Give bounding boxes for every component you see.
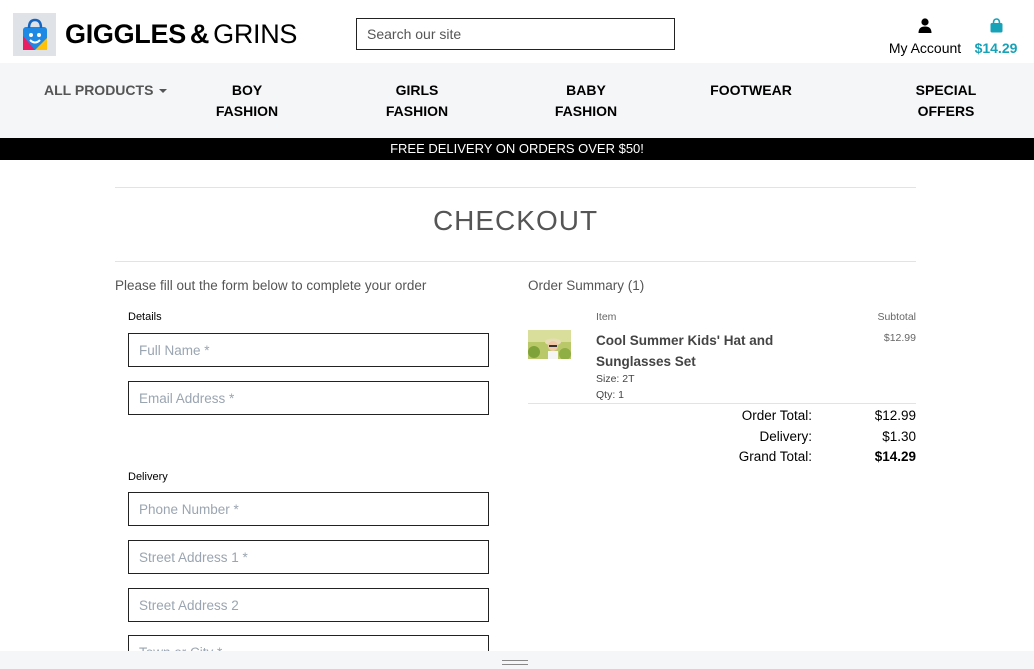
- street1-field-box: [128, 540, 489, 574]
- order-total-row: Order Total: $12.99: [528, 406, 916, 427]
- nav-label-line2: OFFERS: [917, 103, 975, 119]
- nav-girls-fashion[interactable]: GIRLS FASHION: [378, 80, 456, 122]
- street-address-2-input[interactable]: [129, 589, 488, 621]
- phone-field-box: [128, 492, 489, 526]
- email-input[interactable]: [129, 382, 488, 414]
- main-nav: ALL PRODUCTS BOY FASHION GIRLS FASHION B…: [0, 63, 1034, 138]
- cart-total: $14.29: [974, 40, 1018, 56]
- bottom-bar: [0, 651, 1034, 669]
- logo-bag-icon: [13, 13, 56, 56]
- summary-divider: [528, 403, 916, 404]
- logo-text-bold: GIGGLES: [65, 19, 186, 49]
- product-subtotal: $12.99: [883, 332, 916, 344]
- nav-label-line2: FASHION: [554, 103, 618, 119]
- my-account-link[interactable]: My Account: [886, 18, 964, 56]
- subtotal-column-header: Subtotal: [877, 311, 916, 323]
- nav-all-products[interactable]: ALL PRODUCTS: [44, 80, 168, 101]
- nav-footwear[interactable]: FOOTWEAR: [705, 80, 797, 101]
- logo-ampersand: &: [189, 19, 210, 49]
- nav-special-offers[interactable]: SPECIAL OFFERS: [906, 80, 986, 122]
- delivery-section-label: Delivery: [128, 471, 168, 483]
- product-qty: Qty: 1: [596, 389, 625, 401]
- delivery-label: Delivery:: [759, 428, 812, 444]
- street2-field-box: [128, 588, 489, 622]
- nav-label-line1: GIRLS: [395, 82, 439, 98]
- product-size: Size: 2T: [596, 373, 635, 385]
- full-name-input[interactable]: [129, 334, 488, 366]
- product-thumbnail[interactable]: [528, 330, 571, 359]
- nav-label-line1: FOOTWEAR: [710, 82, 792, 98]
- item-column-header: Item: [596, 311, 617, 323]
- caret-down-icon: [159, 89, 168, 94]
- cart-link[interactable]: $14.29: [972, 18, 1020, 56]
- form-intro: Please fill out the form below to comple…: [115, 278, 427, 293]
- nav-label-line2: FASHION: [215, 103, 279, 119]
- street-address-1-input[interactable]: [129, 541, 488, 573]
- delivery-value: $1.30: [882, 428, 916, 444]
- nav-baby-fashion[interactable]: BABY FASHION: [547, 80, 625, 122]
- my-account-label: My Account: [888, 40, 962, 56]
- grand-total-label: Grand Total:: [738, 449, 812, 464]
- nav-label-line1: BOY: [231, 82, 263, 98]
- nav-label-line1: BABY: [566, 82, 606, 98]
- full-name-field-box: [128, 333, 489, 367]
- order-total-label: Order Total:: [741, 408, 812, 423]
- order-summary-title: Order Summary (1): [528, 278, 645, 293]
- email-field-box: [128, 381, 489, 415]
- site-logo[interactable]: GIGGLES & GRINS: [13, 13, 297, 56]
- shopping-bag-icon: [990, 18, 1002, 33]
- order-total-value: $12.99: [874, 408, 916, 423]
- nav-label-line1: SPECIAL: [915, 82, 977, 98]
- page-title: CHECKOUT: [432, 205, 599, 236]
- drag-handle-icon[interactable]: [502, 660, 528, 665]
- nav-label-line2: FASHION: [385, 103, 449, 119]
- grand-total-value: $14.29: [874, 449, 916, 464]
- grand-total-row: Grand Total: $14.29: [528, 447, 916, 468]
- logo-wordmark: GIGGLES & GRINS: [65, 21, 297, 48]
- details-section-label: Details: [128, 311, 162, 323]
- phone-input[interactable]: [129, 493, 488, 525]
- search-input[interactable]: [357, 19, 674, 49]
- divider-bottom: [115, 261, 916, 262]
- product-name[interactable]: Cool Summer Kids' Hat and Sunglasses Set: [596, 330, 786, 372]
- nav-all-products-label: ALL PRODUCTS: [44, 82, 154, 98]
- order-totals: Order Total: $12.99 Delivery: $1.30 Gran…: [528, 406, 916, 468]
- nav-boy-fashion[interactable]: BOY FASHION: [208, 80, 286, 122]
- logo-text-light: GRINS: [213, 19, 298, 49]
- delivery-row: Delivery: $1.30: [528, 427, 916, 448]
- free-delivery-banner: FREE DELIVERY ON ORDERS OVER $50!: [0, 138, 1034, 160]
- divider-top: [115, 187, 916, 188]
- user-icon: [918, 18, 932, 33]
- search-box: [356, 18, 675, 50]
- site-header: GIGGLES&GRINS My Account $14.29: [0, 0, 1034, 63]
